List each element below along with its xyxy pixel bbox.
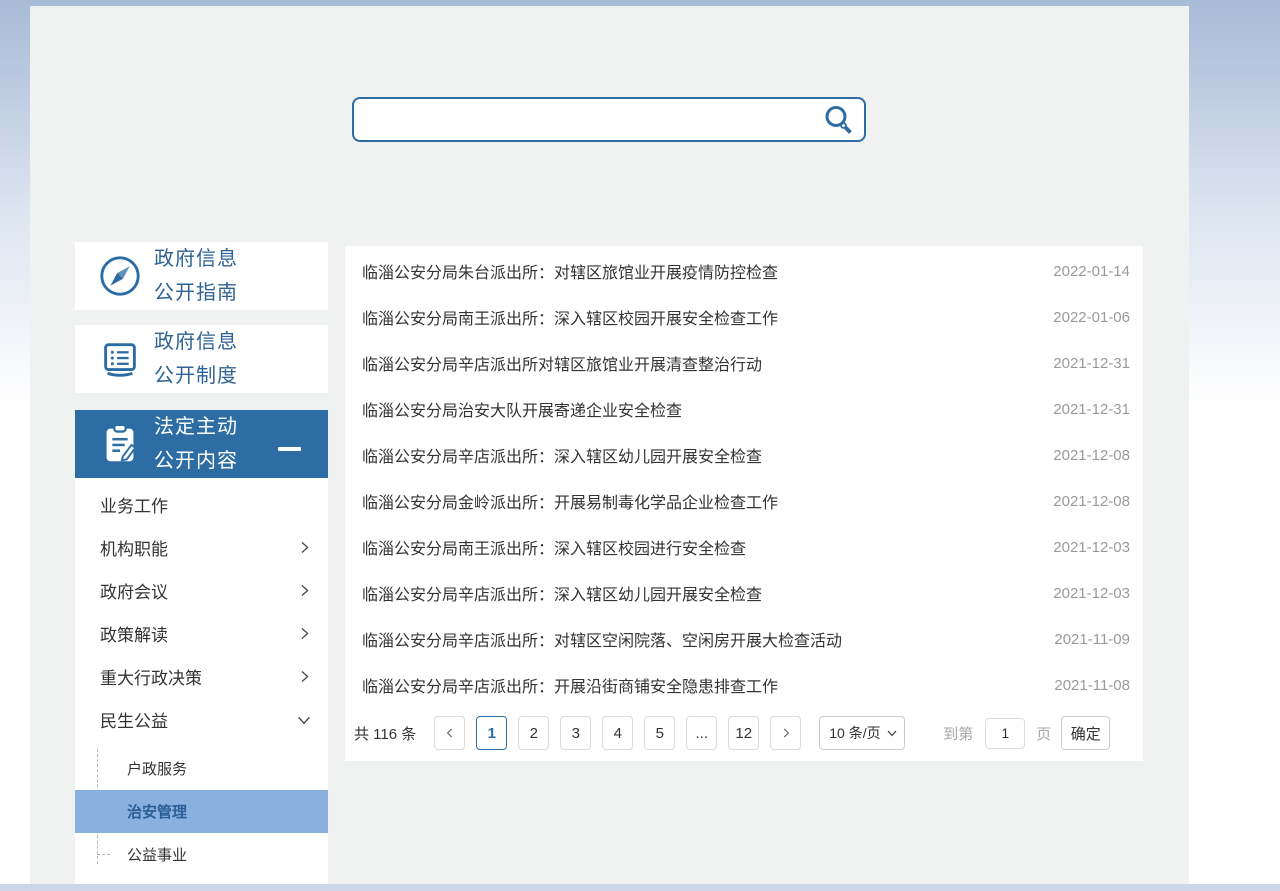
chevron-right-icon xyxy=(297,669,312,684)
page-button-3[interactable]: 3 xyxy=(560,716,591,750)
news-date: 2021-12-08 xyxy=(1053,447,1130,464)
goto-page-input[interactable] xyxy=(985,718,1025,749)
news-date: 2021-11-09 xyxy=(1054,631,1130,648)
submenu-item-household[interactable]: 户政服务 xyxy=(75,747,328,790)
news-title-link[interactable]: 临淄公安分局南王派出所：深入辖区校园进行安全检查 xyxy=(362,535,1033,559)
page-button-5[interactable]: 5 xyxy=(644,716,675,750)
page-button-1[interactable]: 1 xyxy=(476,716,507,750)
bottom-band xyxy=(0,884,1280,891)
document-icon xyxy=(97,336,143,382)
news-title-link[interactable]: 临淄公安分局朱台派出所：对辖区旅馆业开展疫情防控检查 xyxy=(362,259,1033,283)
list-item[interactable]: 临淄公安分局朱台派出所：对辖区旅馆业开展疫情防控检查 2022-01-14 xyxy=(345,248,1143,294)
clipboard-pencil-icon xyxy=(97,421,143,467)
submenu-item-label: 公益事业 xyxy=(127,844,187,865)
search-bar xyxy=(352,97,866,142)
news-date: 2022-01-06 xyxy=(1053,309,1130,326)
search-icon xyxy=(822,103,856,137)
news-date: 2022-01-14 xyxy=(1053,263,1130,280)
news-title-link[interactable]: 临淄公安分局辛店派出所：开展沿街商铺安全隐患排查工作 xyxy=(362,673,1034,697)
list-item[interactable]: 临淄公安分局辛店派出所：开展沿街商铺安全隐患排查工作 2021-11-08 xyxy=(345,662,1143,708)
sidebar-item-label: 政府信息 公开制度 xyxy=(154,325,238,393)
news-title-link[interactable]: 临淄公安分局辛店派出所：深入辖区幼儿园开展安全检查 xyxy=(362,581,1033,605)
pagination-total: 共 116 条 xyxy=(354,723,416,744)
chevron-down-icon xyxy=(296,712,312,728)
collapse-minus-icon[interactable] xyxy=(278,447,301,451)
content-panel: 政府信息 公开指南 政府信息 公开制度 xyxy=(30,6,1189,884)
list-item[interactable]: 临淄公安分局南王派出所：深入辖区校园进行安全检查 2021-12-03 xyxy=(345,524,1143,570)
menu-item-meetings[interactable]: 政府会议 xyxy=(75,569,328,612)
next-page-button[interactable] xyxy=(770,716,801,750)
search-input[interactable] xyxy=(364,99,814,140)
news-title-link[interactable]: 临淄公安分局金岭派出所：开展易制毒化学品企业检查工作 xyxy=(362,489,1033,513)
list-item[interactable]: 临淄公安分局辛店派出所：深入辖区幼儿园开展安全检查 2021-12-03 xyxy=(345,570,1143,616)
menu-item-label: 政府会议 xyxy=(100,578,297,603)
goto-prefix-label: 到第 xyxy=(943,723,973,744)
sidebar-menu: 业务工作 机构职能 政府会议 政策解读 重大行政决策 民生公益 xyxy=(75,478,328,884)
page-size-select[interactable]: 10 条/页 xyxy=(819,716,905,750)
menu-item-policy[interactable]: 政策解读 xyxy=(75,612,328,655)
chevron-right-icon xyxy=(779,726,793,740)
page-button-4[interactable]: 4 xyxy=(602,716,633,750)
sidebar-item-label: 政府信息 公开指南 xyxy=(154,242,238,310)
sidebar-item-system[interactable]: 政府信息 公开制度 xyxy=(75,325,328,393)
news-title-link[interactable]: 临淄公安分局南王派出所：深入辖区校园开展安全检查工作 xyxy=(362,305,1033,329)
menu-item-label: 业务工作 xyxy=(100,492,312,517)
menu-item-business[interactable]: 业务工作 xyxy=(75,483,328,526)
search-button[interactable] xyxy=(820,103,858,137)
news-list: 临淄公安分局朱台派出所：对辖区旅馆业开展疫情防控检查 2022-01-14 临淄… xyxy=(345,246,1143,708)
page-button-12[interactable]: 12 xyxy=(728,716,759,750)
pagination: 共 116 条 1 2 3 4 5 ... 12 10 条/页 到第 页 xyxy=(354,716,1135,750)
news-title-link[interactable]: 临淄公安分局治安大队开展寄递企业安全检查 xyxy=(362,397,1033,421)
submenu-item-public-security[interactable]: 治安管理 xyxy=(75,790,328,833)
sidebar-item-active-disclosure[interactable]: 法定主动 公开内容 xyxy=(75,410,328,478)
list-item[interactable]: 临淄公安分局南王派出所：深入辖区校园开展安全检查工作 2022-01-06 xyxy=(345,294,1143,340)
list-item[interactable]: 临淄公安分局金岭派出所：开展易制毒化学品企业检查工作 2021-12-08 xyxy=(345,478,1143,524)
goto-suffix-label: 页 xyxy=(1036,723,1051,744)
news-title-link[interactable]: 临淄公安分局辛店派出所：对辖区空闲院落、空闲房开展大检查活动 xyxy=(362,627,1034,651)
compass-icon xyxy=(97,253,143,299)
menu-item-label: 政策解读 xyxy=(100,621,297,646)
news-date: 2021-12-08 xyxy=(1053,493,1130,510)
menu-item-label: 民生公益 xyxy=(100,707,296,732)
page-size-select-wrap: 10 条/页 xyxy=(819,716,905,750)
menu-item-label: 重大行政决策 xyxy=(100,664,297,689)
menu-item-functions[interactable]: 机构职能 xyxy=(75,526,328,569)
chevron-right-icon xyxy=(297,626,312,641)
news-date: 2021-12-31 xyxy=(1053,355,1130,372)
menu-item-decisions[interactable]: 重大行政决策 xyxy=(75,655,328,698)
news-date: 2021-12-31 xyxy=(1053,401,1130,418)
submenu-item-label: 治安管理 xyxy=(127,801,187,822)
list-item[interactable]: 临淄公安分局治安大队开展寄递企业安全检查 2021-12-31 xyxy=(345,386,1143,432)
confirm-button[interactable]: 确定 xyxy=(1061,716,1110,750)
news-list-panel: 临淄公安分局朱台派出所：对辖区旅馆业开展疫情防控检查 2022-01-14 临淄… xyxy=(345,246,1143,761)
submenu-item-public-welfare[interactable]: 公益事业 xyxy=(75,833,328,876)
news-date: 2021-11-08 xyxy=(1054,677,1130,694)
menu-item-livelihood[interactable]: 民生公益 xyxy=(75,698,328,741)
submenu-item-label: 户政服务 xyxy=(127,758,187,779)
list-item[interactable]: 临淄公安分局辛店派出所对辖区旅馆业开展清查整治行动 2021-12-31 xyxy=(345,340,1143,386)
list-item[interactable]: 临淄公安分局辛店派出所：对辖区空闲院落、空闲房开展大检查活动 2021-11-0… xyxy=(345,616,1143,662)
sidebar-item-guide[interactable]: 政府信息 公开指南 xyxy=(75,242,328,310)
prev-page-button[interactable] xyxy=(434,716,465,750)
sidebar-item-label: 法定主动 公开内容 xyxy=(154,410,238,478)
submenu-livelihood: 户政服务 治安管理 公益事业 xyxy=(75,747,328,876)
list-item[interactable]: 临淄公安分局辛店派出所：深入辖区幼儿园开展安全检查 2021-12-08 xyxy=(345,432,1143,478)
chevron-right-icon xyxy=(297,583,312,598)
page-ellipsis-button[interactable]: ... xyxy=(686,716,717,750)
news-date: 2021-12-03 xyxy=(1053,539,1130,556)
news-title-link[interactable]: 临淄公安分局辛店派出所对辖区旅馆业开展清查整治行动 xyxy=(362,351,1033,375)
news-title-link[interactable]: 临淄公安分局辛店派出所：深入辖区幼儿园开展安全检查 xyxy=(362,443,1033,467)
news-date: 2021-12-03 xyxy=(1053,585,1130,602)
menu-item-label: 机构职能 xyxy=(100,535,297,560)
page-button-2[interactable]: 2 xyxy=(518,716,549,750)
chevron-left-icon xyxy=(443,726,457,740)
chevron-right-icon xyxy=(297,540,312,555)
